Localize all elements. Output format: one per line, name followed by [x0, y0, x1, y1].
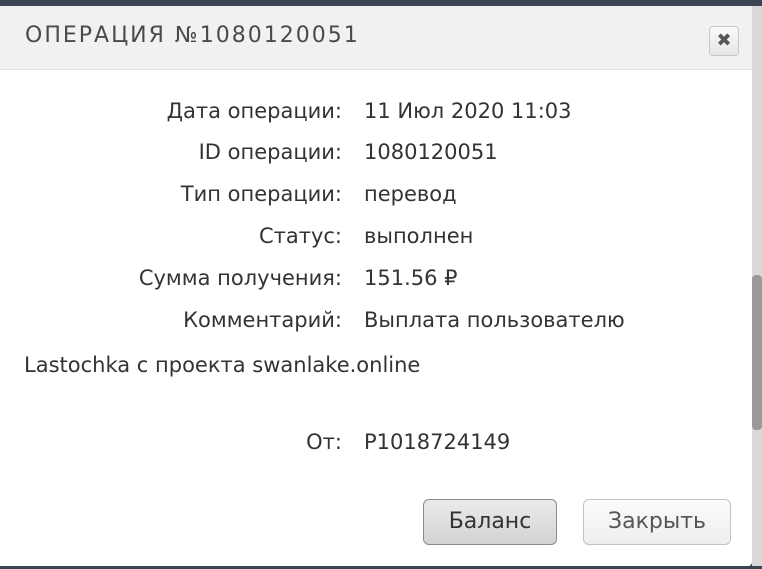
dialog-header: ОПЕРАЦИЯ №1080120051 ✖ — [0, 6, 752, 70]
amount-row: Сумма получения: 151.56 ₽ — [0, 266, 752, 296]
status-label: Статус: — [258, 224, 342, 248]
balance-button[interactable]: Баланс — [423, 499, 557, 545]
comment-label: Комментарий: — [183, 308, 342, 332]
close-icon[interactable]: ✖ — [709, 26, 739, 56]
operation-dialog: ОПЕРАЦИЯ №1080120051 ✖ Дата операции: 11… — [0, 6, 752, 566]
status-row: Статус: выполнен — [0, 224, 752, 254]
scrollbar-thumb[interactable] — [752, 275, 762, 430]
close-button[interactable]: Закрыть — [583, 499, 731, 545]
comment-value-line2: Lastochka с проекта swanlake.online — [24, 353, 421, 377]
comment-value-line1: Выплата пользователю — [364, 308, 625, 332]
amount-label: Сумма получения: — [138, 266, 342, 290]
id-label: ID операции: — [198, 140, 342, 164]
id-value: 1080120051 — [364, 140, 498, 164]
amount-value: 151.56 ₽ — [364, 266, 458, 290]
type-value: перевод — [364, 182, 457, 206]
comment-row: Комментарий: Выплата пользователю — [0, 308, 752, 338]
status-value: выполнен — [364, 224, 474, 248]
from-row: От: P1018724149 — [0, 430, 752, 460]
type-label: Тип операции: — [180, 182, 342, 206]
type-row: Тип операции: перевод — [0, 182, 752, 212]
date-value: 11 Июл 2020 11:03 — [364, 99, 572, 123]
dialog-title: ОПЕРАЦИЯ №1080120051 — [25, 23, 360, 48]
from-value: P1018724149 — [364, 430, 511, 454]
date-label: Дата операции: — [166, 99, 342, 123]
from-label: От: — [306, 430, 342, 454]
id-row: ID операции: 1080120051 — [0, 140, 752, 170]
date-row: Дата операции: 11 Июл 2020 11:03 — [0, 99, 752, 129]
